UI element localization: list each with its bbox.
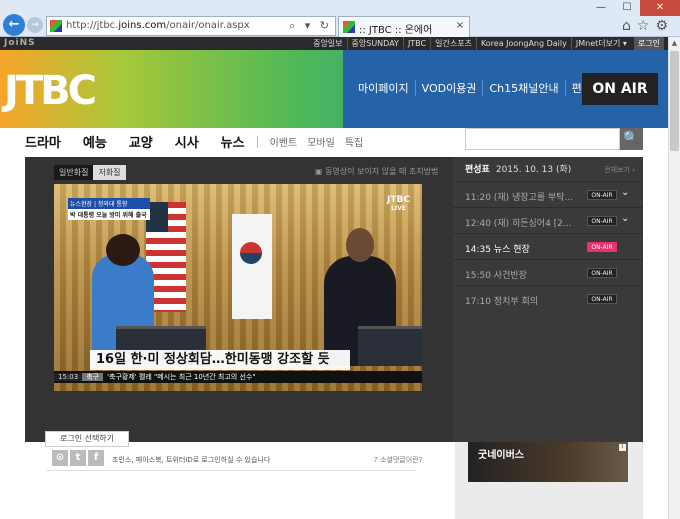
live-logo: JTBC LIVE <box>387 195 410 213</box>
tab-close-icon[interactable]: × <box>456 20 464 31</box>
onair-badge[interactable]: ON-AIR <box>587 242 617 252</box>
ad-info-icon[interactable]: i <box>619 444 626 451</box>
schedule-title: 편성표 2015. 10. 13 (화) <box>465 165 572 175</box>
podium-right <box>358 326 422 366</box>
schedule-item[interactable]: 11:20 (재) 냉장고를 부탁... ON-AIR ⌄ <box>453 181 643 207</box>
nav-culture[interactable]: 교양 <box>129 132 153 151</box>
link-sports[interactable]: 일간스포츠 <box>430 37 476 50</box>
tab-favicon-icon <box>343 21 355 33</box>
schedule-item[interactable]: 12:40 (재) 히든싱어4 [2... ON-AIR ⌄ <box>453 207 643 233</box>
browser-chrome: — ☐ ✕ ← → http://jtbc.joins.com/onair/on… <box>0 0 680 37</box>
nav-special[interactable]: 특집 <box>345 134 363 149</box>
nav-drama[interactable]: 드라마 <box>25 132 61 151</box>
url-text: http://jtbc.joins.com/onair/onair.aspx <box>66 20 250 31</box>
vertical-scrollbar[interactable]: ▲ <box>668 37 680 519</box>
video-caption: 16일 한·미 정상회담…한미동맹 강조할 듯 <box>90 350 350 370</box>
login-select-tooltip: 로그인 선택하기 <box>45 431 129 447</box>
joins-topbar: JoiNS 중앙일보 중앙SUNDAY JTBC 일간스포츠 Korea Joo… <box>0 37 668 50</box>
quality-tabs: 일반화질 저화질 <box>54 165 126 180</box>
tab-title: :: JTBC :: 온에어 <box>359 25 433 36</box>
nav-news[interactable]: 뉴스 <box>221 132 245 151</box>
news-ticker: 15:03 축구 '축구황제' 펠레 "메시는 최근 10년간 최고의 선수" <box>54 371 422 383</box>
social-login-text: 조인스, 페이스북, 트위터ID로 로그인하실 수 있습니다 <box>112 456 271 464</box>
comment-input-area[interactable] <box>46 470 416 482</box>
nav-current[interactable]: 시사 <box>175 132 199 151</box>
search-input[interactable] <box>465 128 620 150</box>
link-joongang[interactable]: 중앙일보 <box>309 37 346 50</box>
onair-button[interactable]: ON AIR <box>582 73 658 105</box>
menu-channel[interactable]: Ch15채널안내 <box>482 80 564 96</box>
back-button[interactable]: ← <box>3 14 25 36</box>
network-links: 중앙일보 중앙SUNDAY JTBC 일간스포츠 Korea JoongAng … <box>309 37 664 50</box>
tab-low-quality[interactable]: 저화질 <box>93 165 126 180</box>
favicon-icon <box>50 20 62 32</box>
link-daily[interactable]: Korea JoongAng Daily <box>475 37 571 50</box>
facebook-icon[interactable]: f <box>88 450 104 466</box>
joins-login-icon[interactable]: ⊙ <box>52 450 68 466</box>
tab-normal-quality[interactable]: 일반화질 <box>54 165 94 180</box>
onair-badge[interactable]: ON-AIR <box>587 190 617 200</box>
korea-flag-image <box>232 214 272 319</box>
onair-badge[interactable]: ON-AIR <box>587 268 617 278</box>
onair-badge[interactable]: ON-AIR <box>587 294 617 304</box>
nav-event[interactable]: 이벤트 <box>270 134 298 149</box>
schedule-panel: 편성표 2015. 10. 13 (화) 전체보기 › 11:20 (재) 냉장고… <box>453 157 643 442</box>
nav-divider <box>256 135 258 148</box>
nav-entertainment[interactable]: 예능 <box>83 132 107 151</box>
browser-tools[interactable]: ⌂☆⚙ <box>622 18 674 34</box>
player-area: 일반화질 저화질 ▣ 동영상이 보이지 않을 때 조치방법 뉴스현장 | 청와대… <box>25 157 643 442</box>
twitter-icon[interactable]: t <box>70 450 86 466</box>
menu-vod[interactable]: VOD이용권 <box>414 80 483 96</box>
social-comment-help-link[interactable]: ? 소셜댓글이란? <box>374 455 422 465</box>
onair-badge[interactable]: ON-AIR <box>587 216 617 226</box>
schedule-item[interactable]: 15:50 사건반장 ON-AIR <box>453 259 643 285</box>
chevron-down-icon[interactable]: ⌄ <box>621 213 629 224</box>
chevron-down-icon[interactable]: ⌄ <box>621 187 629 198</box>
scroll-up-icon[interactable]: ▲ <box>669 37 680 49</box>
browser-tab[interactable]: :: JTBC :: 온에어 × <box>338 16 470 37</box>
schedule-all-link[interactable]: 전체보기 › <box>604 165 635 175</box>
header-menu: 마이페이지 VOD이용권 Ch15채널안내 편성표 ON AIR <box>343 50 668 128</box>
forward-button[interactable]: → <box>27 17 43 33</box>
menu-mypage[interactable]: 마이페이지 <box>358 80 415 96</box>
maximize-button[interactable]: ☐ <box>614 0 640 16</box>
minimize-button[interactable]: — <box>588 0 614 16</box>
nav-mobile[interactable]: 모바일 <box>307 134 335 149</box>
news-tag: 뉴스현장 | 청와대 통향 박 대통령 오늘 방미 위해 출국 <box>68 198 150 220</box>
close-window-button[interactable]: ✕ <box>640 0 680 16</box>
social-login-icons: ⊙ t f <box>52 450 104 466</box>
link-more[interactable]: JMnet더보기 ▾ <box>570 37 631 50</box>
schedule-item[interactable]: 17:10 정치부 회의 ON-AIR <box>453 285 643 311</box>
address-controls[interactable]: ⌕ ▾ ↻ <box>289 19 332 33</box>
joins-logo[interactable]: JoiNS <box>4 37 36 50</box>
header-banner: JTBC 마이페이지 VOD이용권 Ch15채널안내 편성표 ON AIR <box>0 50 668 128</box>
main-nav: 드라마 예능 교양 시사 뉴스 이벤트 모바일 특집 <box>25 132 373 151</box>
link-jtbc[interactable]: JTBC <box>402 37 430 50</box>
jtbc-logo[interactable]: JTBC <box>4 68 97 114</box>
help-link[interactable]: ▣ 동영상이 보이지 않을 때 조치방법 <box>315 166 438 177</box>
search-icon[interactable]: 🔍 <box>620 128 643 150</box>
goodneighbors-ad[interactable]: 굿네이버스 i <box>468 442 628 482</box>
schedule-item-current[interactable]: 14:35 뉴스 현장 ON-AIR <box>453 233 643 259</box>
scroll-thumb[interactable] <box>670 51 679 151</box>
window-controls: — ☐ ✕ <box>588 0 680 16</box>
address-bar[interactable]: http://jtbc.joins.com/onair/onair.aspx ⌕… <box>46 16 336 36</box>
video-player[interactable]: 뉴스현장 | 청와대 통향 박 대통령 오늘 방미 위해 출국 JTBC LIVE… <box>54 184 422 391</box>
login-button[interactable]: 로그인 <box>633 37 664 50</box>
link-sunday[interactable]: 중앙SUNDAY <box>346 37 403 50</box>
